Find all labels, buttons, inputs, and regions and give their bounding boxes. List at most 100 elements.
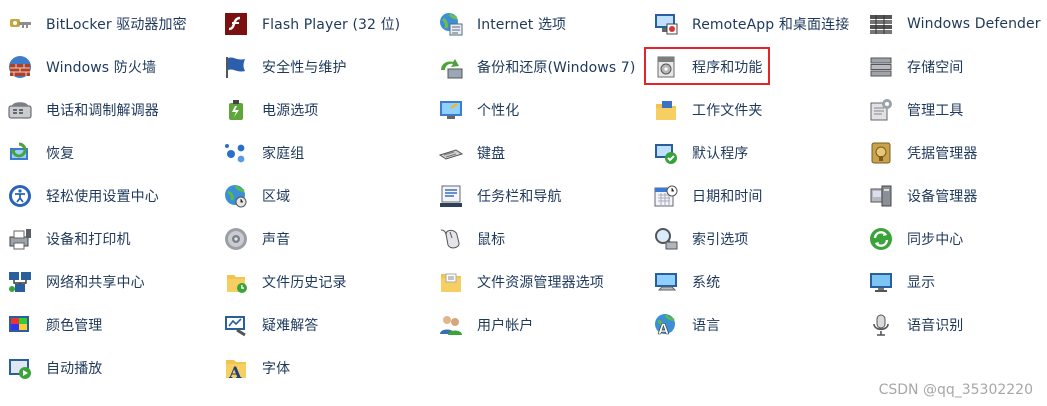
control-panel-item-label: 管理工具 xyxy=(907,102,964,119)
control-panel-item-14[interactable]: 工作文件夹 xyxy=(646,88,861,131)
control-panel-item-39[interactable]: A 语言 xyxy=(646,304,861,347)
control-panel-item-label: 字体 xyxy=(262,361,291,378)
firewall-icon xyxy=(7,54,33,80)
control-panel-items: BitLocker 驱动器加密 Flash Player (32 位) Intern… xyxy=(0,2,1047,390)
control-panel-item-label: Windows Defender xyxy=(907,15,1041,32)
control-panel-item-4[interactable]: RemoteApp 和桌面连接 xyxy=(646,2,861,45)
control-panel-item-30[interactable]: 同步中心 xyxy=(861,217,1047,260)
control-panel-item-label: 安全性与维护 xyxy=(262,59,347,76)
phone-modem-icon xyxy=(7,97,33,123)
control-panel-item-8[interactable]: 备份和还原(Windows 7) xyxy=(431,45,646,88)
control-panel-item-label: 存储空间 xyxy=(907,59,964,76)
control-panel-item-10[interactable]: 存储空间 xyxy=(861,45,1047,88)
control-panel-item-29[interactable]: 索引选项 xyxy=(646,217,861,260)
control-panel-item-19[interactable]: 默认程序 xyxy=(646,131,861,174)
control-panel-item-15[interactable]: 管理工具 xyxy=(861,88,1047,131)
control-panel-item-21[interactable]: 轻松使用设置中心 xyxy=(0,174,216,217)
control-panel-item-5[interactable]: Windows Defender xyxy=(861,2,1047,45)
control-panel-item-20[interactable]: 凭据管理器 xyxy=(861,131,1047,174)
control-panel-item-label: 个性化 xyxy=(477,102,520,119)
control-panel-item-27[interactable]: 声音 xyxy=(216,217,431,260)
control-panel-item-24[interactable]: 日期和时间 xyxy=(646,174,861,217)
control-panel-item-25[interactable]: 设备管理器 xyxy=(861,174,1047,217)
control-panel-item-label: 电源选项 xyxy=(262,102,319,119)
control-panel-item-label: 任务栏和导航 xyxy=(477,188,562,205)
control-panel-item-28[interactable]: 鼠标 xyxy=(431,217,646,260)
control-panel-item-label: 索引选项 xyxy=(692,232,749,249)
personalization-icon xyxy=(438,97,464,123)
control-panel-item-label: 显示 xyxy=(907,275,936,292)
control-panel-item-label: Internet 选项 xyxy=(477,16,567,33)
control-panel-item-37[interactable]: 疑难解答 xyxy=(216,304,431,347)
control-panel-item-label: 凭据管理器 xyxy=(907,145,978,162)
control-panel-item-11[interactable]: 电话和调制解调器 xyxy=(0,88,216,131)
sound-speaker-icon xyxy=(223,226,249,252)
language-icon: A xyxy=(653,312,679,338)
watermark: CSDN @qq_35302220 xyxy=(878,382,1033,398)
control-panel-item-label: Windows 防火墙 xyxy=(46,59,157,76)
control-panel-item-3[interactable]: Internet 选项 xyxy=(431,2,646,45)
control-panel-item-highlighted[interactable]: 程序和功能 xyxy=(644,45,861,88)
control-panel-item-23[interactable]: 任务栏和导航 xyxy=(431,174,646,217)
control-panel-item-18[interactable]: 键盘 xyxy=(431,131,646,174)
autoplay-icon xyxy=(7,355,33,381)
control-panel-item-26[interactable]: 设备和打印机 xyxy=(0,217,216,260)
control-panel-item-label: 网络和共享中心 xyxy=(46,275,145,292)
control-panel-item-6[interactable]: Windows 防火墙 xyxy=(0,45,216,88)
control-panel-item-label: 区域 xyxy=(262,188,291,205)
date-time-icon xyxy=(653,183,679,209)
control-panel-item-40[interactable]: 语音识别 xyxy=(861,304,1047,347)
control-panel-item-13[interactable]: 个性化 xyxy=(431,88,646,131)
admin-tools-icon xyxy=(868,97,894,123)
user-accounts-icon xyxy=(438,312,464,338)
control-panel-item-22[interactable]: 区域 xyxy=(216,174,431,217)
homegroup-icon xyxy=(223,140,249,166)
default-programs-icon xyxy=(653,140,679,166)
control-panel-item-label: 备份和还原(Windows 7) xyxy=(477,59,636,76)
file-history-icon xyxy=(223,269,249,295)
control-panel-item-7[interactable]: 安全性与维护 xyxy=(216,45,431,88)
control-panel-item-label: 同步中心 xyxy=(907,232,964,249)
backup-restore-icon xyxy=(438,54,464,80)
device-manager-icon xyxy=(868,183,894,209)
control-panel-item-33[interactable]: 文件资源管理器选项 xyxy=(431,261,646,304)
fonts-icon: A xyxy=(223,355,249,381)
control-panel-item-label: 家庭组 xyxy=(262,145,305,162)
bitlocker-key-icon xyxy=(7,11,33,37)
svg-text:A: A xyxy=(658,322,669,338)
control-panel-item-label: 文件资源管理器选项 xyxy=(477,275,604,292)
credential-manager-icon xyxy=(868,140,894,166)
control-panel-item-label: 程序和功能 xyxy=(692,59,763,76)
control-panel-item-41[interactable]: 自动播放 xyxy=(0,347,216,390)
recovery-icon xyxy=(7,140,33,166)
control-panel-item-35[interactable]: 显示 xyxy=(861,261,1047,304)
control-panel-item-label: 工作文件夹 xyxy=(692,102,763,119)
sync-center-icon xyxy=(868,226,894,252)
control-panel-item-label: 用户帐户 xyxy=(477,318,534,335)
control-panel-item-2[interactable]: Flash Player (32 位) xyxy=(216,2,431,45)
control-panel-item-32[interactable]: 文件历史记录 xyxy=(216,261,431,304)
control-panel-item-42[interactable]: A 字体 xyxy=(216,347,431,390)
flash-player-icon xyxy=(223,11,249,37)
control-panel-item-16[interactable]: 恢复 xyxy=(0,131,216,174)
control-panel-item-1[interactable]: BitLocker 驱动器加密 xyxy=(0,2,216,45)
control-panel-item-label: 颜色管理 xyxy=(46,318,103,335)
control-panel-item-12[interactable]: 电源选项 xyxy=(216,88,431,131)
control-panel-item-label: 语音识别 xyxy=(907,318,964,335)
control-panel-item-36[interactable]: 颜色管理 xyxy=(0,304,216,347)
remoteapp-icon xyxy=(653,11,679,37)
network-sharing-icon xyxy=(7,269,33,295)
control-panel-item-label: 声音 xyxy=(262,232,291,249)
control-panel-item-38[interactable]: 用户帐户 xyxy=(431,304,646,347)
control-panel-item-label: 默认程序 xyxy=(692,145,749,162)
control-panel-item-31[interactable]: 网络和共享中心 xyxy=(0,261,216,304)
control-panel-item-label: RemoteApp 和桌面连接 xyxy=(692,16,850,33)
windows-defender-icon xyxy=(868,11,894,37)
speech-recognition-icon xyxy=(868,312,894,338)
control-panel-item-17[interactable]: 家庭组 xyxy=(216,131,431,174)
file-explorer-options-icon xyxy=(438,269,464,295)
control-panel-item-34[interactable]: 系统 xyxy=(646,261,861,304)
control-panel-item-label: BitLocker 驱动器加密 xyxy=(46,16,187,33)
devices-printers-icon xyxy=(7,226,33,252)
control-panel-item-label: 鼠标 xyxy=(477,232,506,249)
